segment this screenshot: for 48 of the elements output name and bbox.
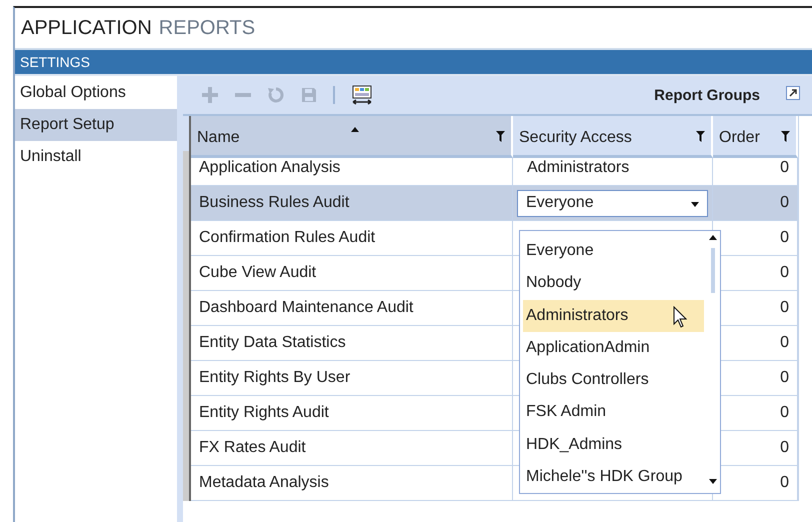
dropdown-option[interactable]: ApplicationAdmin: [523, 332, 704, 364]
save-icon: [301, 87, 317, 103]
row-selector[interactable]: [183, 466, 191, 501]
table-cell: Metadata Analysis: [191, 466, 513, 501]
popout-icon[interactable]: [786, 86, 800, 100]
mouse-cursor-icon: [673, 306, 687, 328]
filter-icon[interactable]: [781, 131, 790, 142]
dropdown-option[interactable]: FSK Admin: [523, 396, 704, 428]
dropdown-option[interactable]: Nobody: [523, 267, 704, 300]
refresh-icon: [267, 86, 285, 104]
scrollbar-thumb[interactable]: [711, 248, 715, 293]
dropdown-option[interactable]: Administrators: [523, 300, 704, 332]
table-cell: 0: [713, 186, 798, 221]
app-title: APPLICATION: [21, 16, 152, 40]
dropdown-option[interactable]: Everyone: [523, 235, 704, 268]
sidebar-item[interactable]: Global Options: [15, 77, 177, 109]
section-header: SETTINGS: [15, 48, 812, 74]
table-cell: Dashboard Maintenance Audit: [191, 291, 513, 326]
caret-icon: [691, 202, 699, 207]
table-cell: Entity Data Statistics: [191, 326, 513, 361]
table-cell: Cube View Audit: [191, 256, 513, 291]
table-cell: FX Rates Audit: [191, 431, 513, 466]
columns-button[interactable]: [351, 85, 373, 105]
column-header[interactable]: Security Access: [513, 116, 713, 158]
filter-icon[interactable]: [496, 131, 505, 142]
filter-icon[interactable]: [696, 131, 705, 142]
panel-title: Report Groups: [654, 86, 760, 104]
scroll-up-icon[interactable]: [709, 235, 717, 240]
sidebar-item[interactable]: Report Setup: [15, 109, 177, 141]
plus-icon: [201, 86, 219, 104]
table-cell: Administrators: [527, 159, 630, 177]
table-cell: Entity Rights By User: [191, 361, 513, 396]
column-header[interactable]: Order: [713, 116, 798, 158]
sort-ascending-icon: [351, 127, 359, 132]
dropdown-option[interactable]: Clubs Controllers: [523, 364, 704, 396]
dropdown-option[interactable]: Michele''s HDK Group: [523, 460, 704, 493]
column-header[interactable]: Name: [191, 116, 513, 158]
table-cell: Entity Rights Audit: [191, 396, 513, 431]
dropdown-option[interactable]: HDK_Admins: [523, 428, 704, 461]
app-subtitle: REPORTS: [158, 16, 256, 40]
scroll-down-icon[interactable]: [709, 479, 717, 484]
sidebar-item[interactable]: Uninstall: [15, 141, 177, 173]
row-selector[interactable]: [183, 151, 191, 186]
grid-layout-icon: [351, 85, 373, 105]
security-dropdown[interactable]: Everyone: [517, 190, 708, 216]
table-cell: Confirmation Rules Audit: [191, 221, 513, 256]
minus-icon: [235, 93, 251, 97]
table-cell: Business Rules Audit: [191, 186, 513, 221]
